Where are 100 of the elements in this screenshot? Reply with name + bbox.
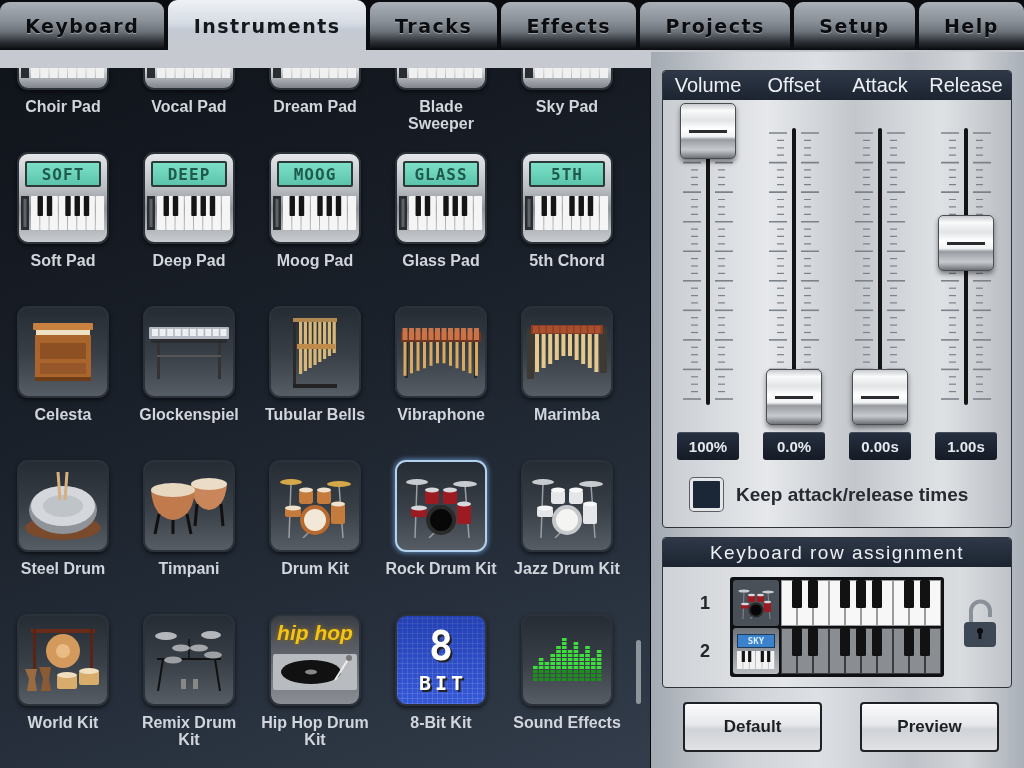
instrument-label: Vibraphone xyxy=(397,406,485,423)
chimes-icon xyxy=(293,316,337,388)
piano-keys-icon xyxy=(737,650,775,669)
slider-label: Attack xyxy=(852,74,908,97)
piano-keys-icon xyxy=(147,196,231,230)
instrument-tile[interactable] xyxy=(143,460,235,552)
panel-title: Keyboard row assignment xyxy=(709,541,965,564)
slider-thumb[interactable] xyxy=(680,103,736,159)
tab[interactable]: Tracks xyxy=(369,2,498,50)
instrument-label: Remix Drum Kit xyxy=(140,714,238,748)
instrument-label: Vocal Pad xyxy=(151,98,227,115)
instrument-tile[interactable]: SOFT xyxy=(17,152,109,244)
instrument-label: Blade Sweeper xyxy=(407,98,475,132)
lcd-display: 5TH xyxy=(529,161,605,187)
graffiti-text: hip hop xyxy=(277,621,353,645)
tab[interactable]: Keyboard xyxy=(0,2,165,50)
slider-label: Offset xyxy=(767,74,821,97)
piano-keyboard[interactable] xyxy=(781,580,941,626)
slider-thumb[interactable] xyxy=(766,369,822,425)
instrument-tile[interactable]: 5TH xyxy=(521,152,613,244)
instrument-label: 5th Chord xyxy=(529,252,605,269)
instrument-tile[interactable] xyxy=(17,306,109,398)
instrument-tile[interactable] xyxy=(143,306,235,398)
piano-keys-icon xyxy=(525,68,609,78)
instrument-tile[interactable] xyxy=(521,460,613,552)
electronic-drums-icon xyxy=(153,629,225,691)
instrument-label: Rock Drum Kit xyxy=(385,560,497,577)
instrument-tile[interactable] xyxy=(269,68,361,90)
instrument-label: Deep Pad xyxy=(152,252,226,269)
slider-thumb[interactable] xyxy=(852,369,908,425)
glockenspiel-icon xyxy=(149,325,229,379)
instrument-tile[interactable] xyxy=(17,614,109,706)
instrument-label: Glockenspiel xyxy=(139,406,239,423)
marimba-icon xyxy=(527,325,607,379)
instrument-label: Choir Pad xyxy=(25,98,101,115)
instrument-tile[interactable] xyxy=(17,68,109,90)
lcd-display: SOFT xyxy=(25,161,101,187)
instrument-label: Jazz Drum Kit xyxy=(514,560,620,577)
scrollbar xyxy=(636,640,641,704)
piano-keys-icon xyxy=(399,196,483,230)
row-number: 1 xyxy=(699,591,711,615)
tab[interactable]: Effects xyxy=(501,2,637,50)
instrument-tile[interactable] xyxy=(395,68,487,90)
value-display: 1.00s xyxy=(935,432,997,460)
timpani-icon xyxy=(149,476,229,536)
lcd-display: DEEP xyxy=(151,161,227,187)
piano-keys-icon xyxy=(273,196,357,230)
pixel-text: BIT xyxy=(417,672,468,694)
slider-label: Volume xyxy=(674,74,742,97)
instrument-tile[interactable]: DEEP xyxy=(143,152,235,244)
equalizer-icon xyxy=(532,638,602,682)
piano-keys-icon xyxy=(21,196,105,230)
piano-keyboard[interactable] xyxy=(781,628,941,674)
instrument-label: Sky Pad xyxy=(535,98,599,115)
synth-thumbnail[interactable]: SKY xyxy=(733,628,779,674)
tab[interactable]: Help xyxy=(918,2,1024,50)
value-display: 0.00s xyxy=(849,432,911,460)
open-lock-icon[interactable] xyxy=(962,598,998,648)
drum-kit-icon[interactable] xyxy=(733,580,779,626)
instrument-label: Sound Effects xyxy=(513,714,621,731)
instrument-label: Dream Pad xyxy=(273,98,357,115)
tab[interactable]: Setup xyxy=(794,2,915,50)
instrument-tile[interactable] xyxy=(269,306,361,398)
pixel-text: 8 xyxy=(428,626,454,666)
lcd-display: GLASS xyxy=(403,161,479,187)
instrument-tile[interactable]: hip hop xyxy=(269,614,361,706)
piano-keys-icon xyxy=(273,68,357,78)
piano-keys-icon xyxy=(147,68,231,78)
vibraphone-icon xyxy=(401,326,481,378)
checkbox-label: Keep attack/release times xyxy=(736,483,969,506)
slider-thumb[interactable] xyxy=(938,214,994,271)
value-display: 0.0% xyxy=(763,432,825,460)
piano-keys-icon xyxy=(21,68,105,78)
instrument-tile[interactable] xyxy=(17,460,109,552)
instrument-label: 8-Bit Kit xyxy=(410,714,472,731)
gong-drums-icon xyxy=(25,629,101,691)
instrument-label: Steel Drum xyxy=(20,560,106,577)
tab[interactable]: Projects xyxy=(640,2,791,50)
instrument-tile[interactable] xyxy=(521,306,613,398)
instrument-tile[interactable] xyxy=(143,68,235,90)
action-button[interactable]: Default xyxy=(683,702,822,752)
action-button[interactable]: Preview xyxy=(860,702,999,752)
instrument-tile[interactable]: GLASS xyxy=(395,152,487,244)
instrument-label: World Kit xyxy=(27,714,99,731)
checkbox[interactable] xyxy=(690,478,723,511)
lcd-display: SKY xyxy=(737,633,775,648)
instrument-tile[interactable]: MOOG xyxy=(269,152,361,244)
tab[interactable]: Instruments xyxy=(168,0,366,52)
instrument-tile[interactable]: 8 BIT xyxy=(395,614,487,706)
instrument-label: Glass Pad xyxy=(402,252,480,269)
instrument-tile[interactable] xyxy=(521,614,613,706)
steel-drum-icon xyxy=(25,472,101,540)
instrument-label: Soft Pad xyxy=(30,252,96,269)
slider-label: Release xyxy=(929,74,1003,97)
instrument-tile[interactable] xyxy=(143,614,235,706)
instrument-tile[interactable] xyxy=(395,306,487,398)
instrument-tile[interactable] xyxy=(521,68,613,90)
instrument-tile[interactable] xyxy=(269,460,361,552)
instrument-label: Hip Hop Drum Kit xyxy=(260,714,370,748)
instrument-label: Marimba xyxy=(534,406,600,423)
